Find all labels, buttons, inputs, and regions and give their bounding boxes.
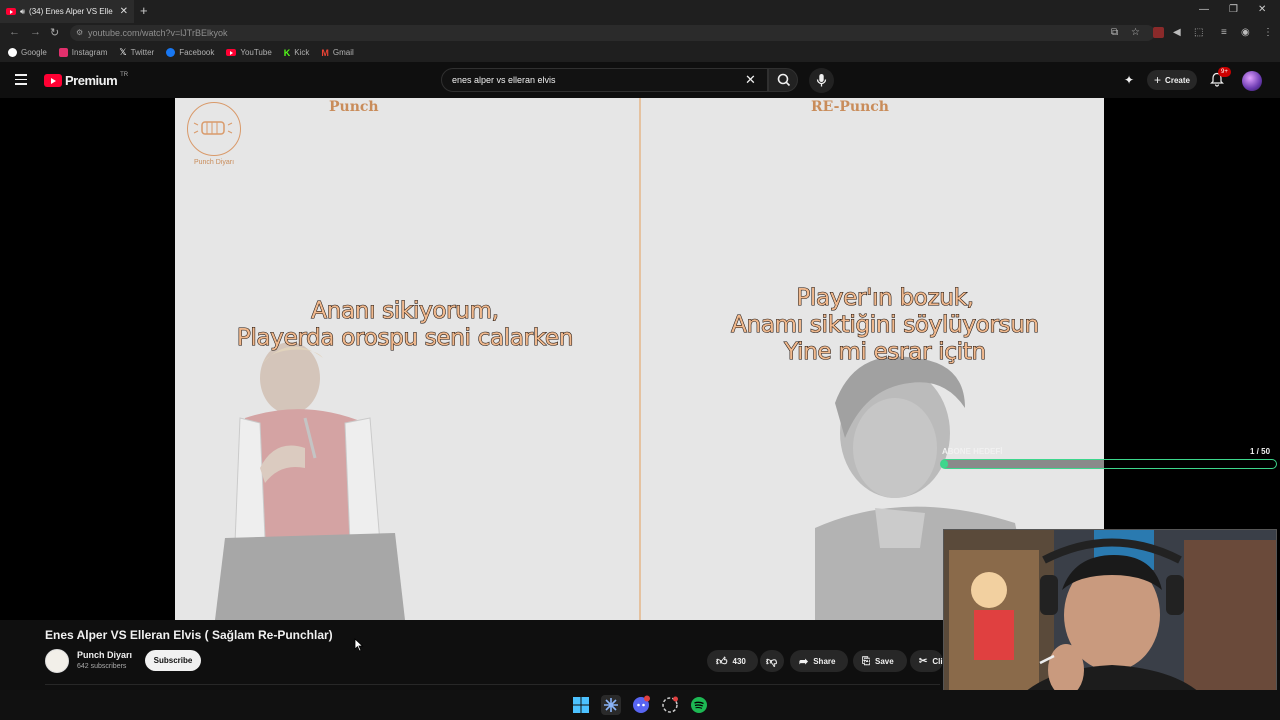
install-app-icon[interactable]: ⧉ [1111, 27, 1118, 38]
speaker-icon: 🔊︎ [20, 6, 26, 16]
thumbs-down-icon: 👎︎ [766, 655, 778, 668]
windows-start-icon[interactable] [571, 695, 591, 715]
close-window-icon[interactable]: ✕ [1258, 4, 1266, 15]
reading-list-icon[interactable]: ≡ [1221, 27, 1227, 38]
maximize-icon[interactable]: ❐ [1229, 4, 1238, 15]
browser-toolbar: ← → ↻ ⚙ youtube.com/watch?v=lJTrBElkyok … [0, 23, 1280, 43]
bookmarks-bar: Google Instagram 𝕏 Twitter Facebook YouTu… [0, 43, 1280, 62]
gmail-icon: M [321, 47, 329, 58]
column-divider [639, 98, 641, 620]
bookmark-facebook[interactable]: Facebook [166, 48, 214, 57]
save-button[interactable]: ⎘ Save [853, 650, 907, 672]
mouse-cursor-icon [354, 638, 364, 652]
youtube-favicon-icon [6, 8, 16, 15]
forward-icon[interactable]: → [30, 26, 41, 38]
google-icon [8, 48, 17, 57]
cast-spark-icon[interactable]: ✦ [1124, 73, 1134, 87]
minimize-icon[interactable]: — [1199, 4, 1209, 15]
clear-search-icon[interactable]: ✕ [745, 72, 756, 88]
chrome-menu-icon[interactable]: ⋮ [1263, 27, 1273, 38]
microphone-icon [816, 74, 827, 87]
subscriber-goal-count: 1 / 50 [1250, 447, 1271, 456]
discord-icon[interactable] [631, 695, 651, 715]
fist-icon [193, 121, 233, 135]
app-launcher-icon[interactable] [601, 695, 621, 715]
close-tab-icon[interactable]: ✕ [120, 6, 128, 17]
x-icon: 𝕏 [119, 47, 127, 57]
bookmark-twitter[interactable]: 𝕏 Twitter [119, 47, 154, 58]
instagram-icon [58, 48, 68, 57]
lyric-line: Yine mi esrar içitn [784, 338, 987, 365]
bookmark-star-icon[interactable]: ☆ [1131, 27, 1140, 38]
repunch-heading: RE-Punch [811, 99, 889, 115]
thumbs-up-icon: 👍︎ [716, 655, 728, 668]
hamburger-menu-icon[interactable] [15, 74, 27, 85]
new-tab-icon[interactable]: + [140, 3, 148, 18]
account-avatar[interactable] [1242, 71, 1262, 91]
bookmark-instagram[interactable]: Instagram [58, 48, 107, 57]
search-icon [777, 73, 791, 87]
punch-diyari-logo [187, 102, 241, 156]
share-arrow-icon: ➦ [799, 655, 809, 668]
subscriber-count: 642 subscribers [77, 663, 127, 670]
media-control-icon[interactable]: ◀︎ [1173, 27, 1181, 38]
logo-label: Punch Diyarı [193, 159, 235, 166]
back-icon[interactable]: ← [9, 26, 20, 38]
channel-avatar[interactable] [45, 649, 69, 673]
notification-count-badge: 9+ [1218, 67, 1231, 77]
content-divider [45, 684, 940, 685]
repunch-lyric: Player'ın bozuk, Anamı siktiğini söylüyo… [680, 284, 1090, 366]
address-bar[interactable]: ⚙ youtube.com/watch?v=lJTrBElkyok [70, 25, 1155, 41]
voice-search-button[interactable] [809, 68, 834, 93]
extensions-puzzle-icon[interactable]: ⬚ [1194, 27, 1203, 38]
profile-icon[interactable]: ◉ [1241, 27, 1250, 38]
lyric-line: Playerda orospu seni calarken [236, 324, 574, 351]
lyric-line: Anamı siktiğini söylüyorsun [731, 311, 1040, 338]
browser-tab-strip: 🔊︎ (34) Enes Alper VS Elle ✕ + — ❐ ✕ [0, 0, 1280, 23]
site-info-icon[interactable]: ⚙ [76, 25, 83, 41]
search-button[interactable] [768, 68, 798, 92]
punch-heading: Punch [329, 99, 379, 115]
bookmark-icon: ⎘ [862, 655, 870, 667]
punch-lyric: Ananı sikiyorum, Playerda orospu seni ca… [200, 297, 610, 352]
tab-title: (34) Enes Alper VS Elle [29, 7, 113, 16]
plus-icon: + [1154, 73, 1162, 87]
like-button[interactable]: 👍︎ 430 [707, 650, 758, 672]
bookmark-gmail[interactable]: M Gmail [321, 48, 353, 58]
rapper-photo-left [215, 342, 405, 620]
subscriber-goal-bar [940, 459, 1277, 469]
clip-button[interactable]: ✂ Cli [910, 650, 943, 672]
bookmark-google[interactable]: Google [8, 48, 47, 57]
share-button[interactable]: ➦ Share [790, 650, 848, 672]
subscriber-goal-fill [941, 460, 948, 468]
url-text: youtube.com/watch?v=lJTrBElkyok [88, 28, 228, 38]
subscribe-button[interactable]: Subscribe [145, 650, 201, 671]
youtube-masthead: Premium TR enes alper vs elleran elvis ✕… [0, 62, 1280, 98]
channel-name[interactable]: Punch Diyarı [77, 650, 132, 660]
search-input[interactable]: enes alper vs elleran elvis [441, 68, 768, 92]
extension-icon[interactable] [1153, 27, 1164, 38]
youtube-premium-logo[interactable]: Premium TR [44, 72, 128, 88]
bookmark-kick[interactable]: K Kick [284, 48, 310, 58]
video-title: Enes Alper VS Elleran Elvis ( Sağlam Re-… [45, 628, 333, 642]
kick-icon: K [283, 47, 291, 58]
youtube-logo-icon [44, 74, 62, 87]
dislike-button[interactable]: 👎︎ [760, 650, 784, 672]
facebook-icon [166, 48, 176, 57]
lyric-line: Ananı sikiyorum, [311, 297, 500, 324]
bookmark-youtube[interactable]: YouTube [226, 48, 272, 57]
reload-icon[interactable]: ↻ [50, 26, 59, 39]
spotify-icon[interactable] [689, 695, 709, 715]
create-button[interactable]: + Create [1147, 70, 1197, 90]
browser-tab[interactable]: 🔊︎ (34) Enes Alper VS Elle ✕ [0, 0, 134, 23]
overlay-app-icon[interactable] [660, 695, 680, 715]
subscriber-goal-label: ABONE HEDEFİ [942, 447, 1003, 456]
scissors-icon: ✂ [919, 655, 928, 667]
lyric-line: Player'ın bozuk, [796, 284, 975, 311]
youtube-icon [226, 49, 237, 56]
